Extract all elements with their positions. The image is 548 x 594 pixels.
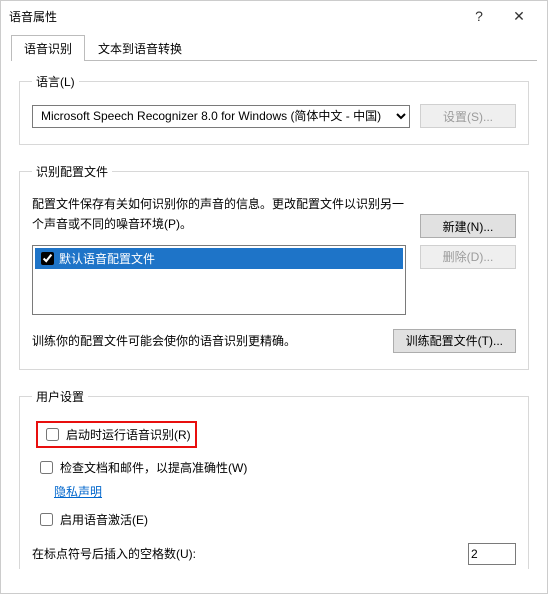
profile-item-checkbox[interactable]	[41, 252, 54, 265]
profile-legend: 识别配置文件	[32, 163, 112, 180]
speech-properties-window: 语音属性 ? ✕ 语音识别 文本到语音转换 语言(L) Microsoft Sp…	[0, 0, 548, 594]
train-row: 训练你的配置文件可能会使你的语音识别更精确。 训练配置文件(T)...	[32, 329, 516, 353]
profile-new-button[interactable]: 新建(N)...	[420, 214, 516, 238]
profile-buttons-side: 删除(D)...	[420, 245, 516, 269]
profile-item-default[interactable]: 默认语音配置文件	[35, 248, 403, 269]
run-at-startup-label: 启动时运行语音识别(R)	[66, 426, 191, 443]
spaces-row: 在标点符号后插入的空格数(U):	[32, 543, 516, 565]
profile-delete-button: 删除(D)...	[420, 245, 516, 269]
voice-activate-row: 启用语音激活(E)	[36, 510, 516, 529]
review-docs-checkbox[interactable]	[40, 461, 53, 474]
titlebar: 语音属性 ? ✕	[1, 1, 547, 31]
user-settings-legend: 用户设置	[32, 388, 88, 405]
profile-buttons-top: 新建(N)...	[420, 194, 516, 238]
tabstrip: 语音识别 文本到语音转换	[11, 37, 537, 61]
user-settings-group: 用户设置 启动时运行语音识别(R) 检查文档和邮件，以提高准确性(W) 隐私声明	[19, 388, 529, 569]
spaces-label: 在标点符号后插入的空格数(U):	[32, 545, 458, 562]
tab-panel: 语言(L) Microsoft Speech Recognizer 8.0 fo…	[11, 61, 537, 569]
tab-text-to-speech[interactable]: 文本到语音转换	[85, 35, 195, 61]
highlight-box: 启动时运行语音识别(R)	[36, 421, 197, 448]
run-at-startup-checkbox[interactable]	[46, 428, 59, 441]
window-title: 语音属性	[9, 8, 459, 25]
profile-top-row: 配置文件保存有关如何识别你的声音的信息。更改配置文件以识别另一个声音或不同的噪音…	[32, 194, 516, 245]
language-row: Microsoft Speech Recognizer 8.0 for Wind…	[32, 104, 516, 128]
review-docs-row: 检查文档和邮件，以提高准确性(W)	[36, 458, 516, 477]
train-profile-button[interactable]: 训练配置文件(T)...	[393, 329, 516, 353]
run-at-startup-wrapper: 启动时运行语音识别(R)	[36, 421, 516, 448]
tab-speech-recognition[interactable]: 语音识别	[11, 35, 85, 61]
language-combo[interactable]: Microsoft Speech Recognizer 8.0 for Wind…	[32, 105, 410, 128]
language-group: 语言(L) Microsoft Speech Recognizer 8.0 fo…	[19, 73, 529, 145]
voice-activate-checkbox[interactable]	[40, 513, 53, 526]
close-button[interactable]: ✕	[499, 8, 539, 25]
privacy-link[interactable]: 隐私声明	[54, 485, 102, 499]
review-docs-label: 检查文档和邮件，以提高准确性(W)	[60, 459, 247, 476]
spaces-spinner[interactable]	[468, 543, 516, 565]
help-button[interactable]: ?	[459, 8, 499, 24]
profile-list-row: 默认语音配置文件 删除(D)...	[32, 245, 516, 315]
privacy-row: 隐私声明	[32, 483, 516, 500]
voice-activate-label: 启用语音激活(E)	[60, 511, 148, 528]
language-legend: 语言(L)	[32, 73, 79, 90]
train-desc: 训练你的配置文件可能会使你的语音识别更精确。	[32, 332, 383, 349]
profile-listbox[interactable]: 默认语音配置文件	[32, 245, 406, 315]
client-area: 语音识别 文本到语音转换 语言(L) Microsoft Speech Reco…	[1, 31, 547, 593]
profile-desc: 配置文件保存有关如何识别你的声音的信息。更改配置文件以识别另一个声音或不同的噪音…	[32, 194, 406, 235]
profile-group: 识别配置文件 配置文件保存有关如何识别你的声音的信息。更改配置文件以识别另一个声…	[19, 163, 529, 370]
profile-item-label: 默认语音配置文件	[59, 250, 155, 267]
language-settings-button: 设置(S)...	[420, 104, 516, 128]
